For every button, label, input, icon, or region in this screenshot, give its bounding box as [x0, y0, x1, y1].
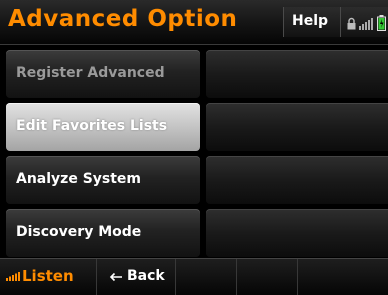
menu-item-label: Edit Favorites Lists	[16, 118, 168, 134]
menu-row: Edit Favorites Lists	[0, 103, 388, 151]
footer-bar: Listen Back	[0, 258, 388, 295]
back-arrow-icon	[109, 272, 122, 282]
menu-row: Discovery Mode	[0, 209, 388, 257]
back-label: Back	[127, 268, 165, 284]
menu-item-label: Discovery Mode	[16, 224, 142, 240]
footer-empty-slot	[237, 259, 298, 295]
back-button[interactable]: Back	[97, 259, 176, 295]
menu-row: Analyze System	[0, 156, 388, 204]
listen-label: Listen	[22, 267, 74, 285]
discovery-mode-button[interactable]: Discovery Mode	[6, 209, 200, 257]
edit-favorites-lists-button[interactable]: Edit Favorites Lists	[6, 103, 200, 151]
scanner-screen: Advanced Option Help Register Advanced E…	[0, 0, 388, 295]
register-advanced-button[interactable]: Register Advanced	[6, 50, 200, 98]
analyze-system-button[interactable]: Analyze System	[6, 156, 200, 204]
footer-empty-slot	[298, 259, 388, 295]
page-title: Advanced Option	[8, 6, 238, 32]
help-label: Help	[292, 13, 329, 29]
status-icons	[340, 7, 388, 37]
header-bar: Advanced Option Help	[0, 0, 388, 45]
listen-button[interactable]: Listen	[0, 259, 97, 295]
lock-icon	[347, 17, 356, 30]
menu-row: Register Advanced	[0, 50, 388, 98]
signal-icon	[6, 272, 20, 281]
empty-slot	[206, 50, 388, 98]
menu-item-label: Analyze System	[16, 171, 142, 187]
help-button[interactable]: Help	[283, 7, 340, 37]
footer-empty-slot	[176, 259, 237, 295]
empty-slot	[206, 209, 388, 257]
battery-icon	[377, 15, 386, 31]
empty-slot	[206, 103, 388, 151]
signal-icon	[359, 18, 373, 30]
empty-slot	[206, 156, 388, 204]
menu-item-label: Register Advanced	[16, 65, 165, 81]
